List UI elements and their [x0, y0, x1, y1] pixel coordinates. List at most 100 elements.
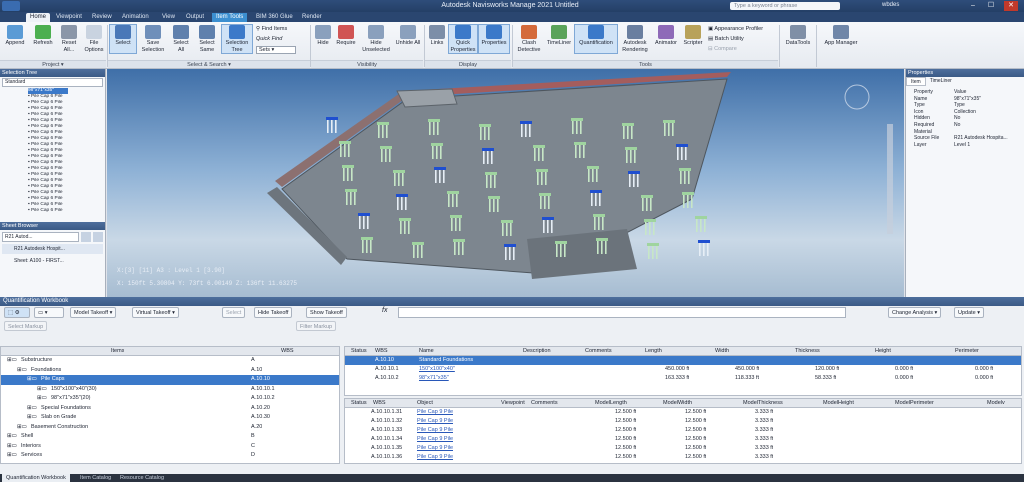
maximize-button[interactable]: ☐	[984, 1, 998, 11]
sheet-item[interactable]: R21 Autodesk Hospit...	[2, 244, 103, 254]
column-header[interactable]: ModelWidth	[663, 399, 692, 408]
find-items-button[interactable]: ⚲ Find Items	[256, 26, 287, 32]
batch-utility-button[interactable]: ▤ Batch Utility	[708, 36, 744, 42]
column-header[interactable]: Comments	[585, 347, 612, 356]
tree-mode-dropdown[interactable]: Standard	[2, 78, 103, 87]
table-row[interactable]: A.10.10.1.31 Pile Cap 9 Pile 12.500 ft 12.5…	[345, 408, 1021, 417]
timeliner-button[interactable]: TimeLiner	[545, 25, 573, 47]
tab-item[interactable]: Item	[906, 77, 926, 86]
table-row[interactable]: A.10.10.1 150"x100"x40" 450.000 ft 450.000 …	[345, 365, 1021, 374]
datatools-button[interactable]: DataTools	[783, 25, 813, 47]
sheet-list-icon[interactable]	[93, 232, 103, 242]
quantification-button[interactable]: Quantification	[574, 24, 618, 54]
column-header[interactable]: Viewpoint	[501, 399, 525, 408]
select-takeoff-button[interactable]: Select	[222, 307, 246, 318]
appearance-profiler-button[interactable]: ▣ Appearance Profiler	[708, 26, 763, 32]
column-header[interactable]: ModelHeight	[823, 399, 854, 408]
scripter-button[interactable]: Scripter	[681, 25, 705, 47]
reset-all-button[interactable]: Reset All...	[58, 25, 80, 53]
tab-viewpoint[interactable]: Viewpoint	[52, 13, 86, 22]
items-grid-rows[interactable]: A.10.10.1.31 Pile Cap 9 Pile 12.500 ft 12.5…	[345, 408, 1021, 462]
close-button[interactable]: ✕	[1004, 1, 1018, 11]
tab-item-catalog[interactable]: Item Catalog	[76, 474, 115, 482]
tab-timeliner[interactable]: TimeLiner	[926, 77, 956, 86]
column-header[interactable]: ModelPerimeter	[895, 399, 934, 408]
app-manager-button[interactable]: App Manager	[820, 25, 862, 47]
autodesk-rendering-button[interactable]: Autodesk Rendering	[619, 25, 651, 53]
group-label-select-search[interactable]: Select & Search ▾	[108, 60, 310, 68]
save-selection-button[interactable]: Save Selection	[138, 25, 168, 53]
column-header[interactable]: Modelv	[987, 399, 1005, 408]
hide-button[interactable]: Hide	[313, 25, 333, 47]
compare-button[interactable]: ⊟ Compare	[708, 46, 737, 52]
table-row[interactable]: A.10.10.1.34 Pile Cap 9 Pile 12.500 ft 12.5…	[345, 435, 1021, 444]
change-analysis-button[interactable]: Change Analysis ▾	[888, 307, 942, 318]
table-row[interactable]: A.10.10.1.32 Pile Cap 9 Pile 12.500 ft 12.5…	[345, 417, 1021, 426]
groups-grid-rows[interactable]: A.10.10 Standard Foundations A.10.10.1 150"…	[345, 356, 1021, 383]
column-header[interactable]: Name	[419, 347, 434, 356]
tree-node[interactable]: ▪ Pile Cap 6 Pile	[28, 208, 105, 214]
tree-item[interactable]: ⊞▭ Foundations A.10	[1, 366, 339, 376]
animator-button[interactable]: Animator	[653, 25, 679, 47]
show-takeoff-button[interactable]: Show Takeoff	[306, 307, 347, 318]
column-header[interactable]: Width	[715, 347, 729, 356]
tree-item[interactable]: ⊞▭ Services D	[1, 451, 339, 461]
table-row[interactable]: A.10.10 Standard Foundations	[345, 356, 1021, 365]
model-view[interactable]: X:[3] [11] A3 : Level 1 [3.90] X: 150ft …	[107, 69, 904, 297]
tab-output[interactable]: Output	[182, 13, 208, 22]
sheet-view-icon[interactable]	[81, 232, 91, 242]
table-row[interactable]: A.10.10.2 98"x71"x35" 163.333 ft 118.333 ft…	[345, 374, 1021, 383]
table-row[interactable]: A.10.10.1.35 Pile Cap 9 Pile 12.500 ft 12.5…	[345, 444, 1021, 453]
tab-render[interactable]: Render	[298, 13, 326, 22]
column-header[interactable]: Thickness	[795, 347, 820, 356]
refresh-button[interactable]: Refresh	[30, 25, 56, 47]
filter-markup-button[interactable]: Filter Markup	[296, 321, 337, 331]
navigation-bar[interactable]	[887, 124, 893, 234]
column-header[interactable]: Object	[417, 399, 433, 408]
select-markup-button[interactable]: Select Markup	[4, 321, 48, 331]
column-header[interactable]: Perimeter	[955, 347, 979, 356]
tree-item[interactable]: ⊞▭ 150"x100"x40"(30) A.10.10.1	[1, 385, 339, 395]
select-button[interactable]: Select	[109, 24, 137, 54]
tree-item[interactable]: ⊞▭ Basement Construction A.20	[1, 423, 339, 433]
quick-properties-button[interactable]: Quick Properties	[448, 24, 478, 54]
column-header[interactable]: Comments	[531, 399, 558, 408]
items-tree[interactable]: ⊞▭ Substructure A ⊞▭ Foundations A.10 ⊞▭ Pile C…	[1, 356, 339, 461]
select-same-button[interactable]: Select Same	[194, 25, 220, 53]
table-row[interactable]: A.10.10.1.36 Pile Cap 9 Pile 12.500 ft 12.5…	[345, 453, 1021, 462]
sheet-search-input[interactable]: R21 Autod...	[2, 232, 79, 242]
workbook-mode-icons[interactable]: ⬚ ⚙	[4, 307, 30, 318]
tree-item[interactable]: ⊞▭ Slab on Grade A.10.30	[1, 413, 339, 423]
selection-tree-button[interactable]: Selection Tree	[221, 24, 253, 54]
tree-item[interactable]: ⊞▭ Substructure A	[1, 356, 339, 366]
header-wbs[interactable]: WBS	[281, 347, 294, 356]
table-row[interactable]: A.10.10.1.33 Pile Cap 9 Pile 12.500 ft 12.5…	[345, 426, 1021, 435]
column-header[interactable]: WBS	[373, 399, 386, 408]
hide-takeoff-button[interactable]: Hide Takeoff	[254, 307, 293, 318]
properties-button[interactable]: Properties	[478, 24, 510, 54]
links-button[interactable]: Links	[427, 25, 447, 47]
tab-item-tools[interactable]: Item Tools	[212, 13, 248, 22]
selection-tree[interactable]: 98"x71"x35" ▪ Pile Cap 6 Pile ▪ Pile Cap 6…	[0, 88, 105, 218]
3d-viewport[interactable]: X:[3] [11] A3 : Level 1 [3.90] X: 150ft …	[107, 69, 904, 297]
help-search-input[interactable]: Type a keyword or phrase	[730, 2, 840, 10]
hide-unselected-button[interactable]: Hide Unselected	[359, 25, 393, 53]
tab-view[interactable]: View	[158, 13, 179, 22]
group-label-project[interactable]: Project ▾	[0, 60, 106, 68]
column-header[interactable]: ModelLength	[595, 399, 627, 408]
column-header[interactable]: Height	[875, 347, 891, 356]
minimize-button[interactable]: –	[966, 1, 980, 11]
tab-animation[interactable]: Animation	[118, 13, 153, 22]
column-header[interactable]: Status	[351, 347, 367, 356]
sets-dropdown[interactable]: Sets ▾	[256, 46, 296, 54]
tree-item[interactable]: ⊞▭ Shell B	[1, 432, 339, 442]
view-dropdown[interactable]: ▭ ▾	[34, 307, 64, 318]
column-header[interactable]: Length	[645, 347, 662, 356]
tab-quantification-workbook[interactable]: Quantification Workbook	[2, 474, 70, 482]
formula-input[interactable]	[398, 307, 846, 318]
file-options-button[interactable]: File Options	[82, 25, 106, 53]
header-items[interactable]: Items	[111, 347, 124, 356]
model-takeoff-button[interactable]: Model Takeoff ▾	[70, 307, 117, 318]
column-header[interactable]: Description	[523, 347, 551, 356]
application-menu-button[interactable]	[2, 1, 20, 11]
